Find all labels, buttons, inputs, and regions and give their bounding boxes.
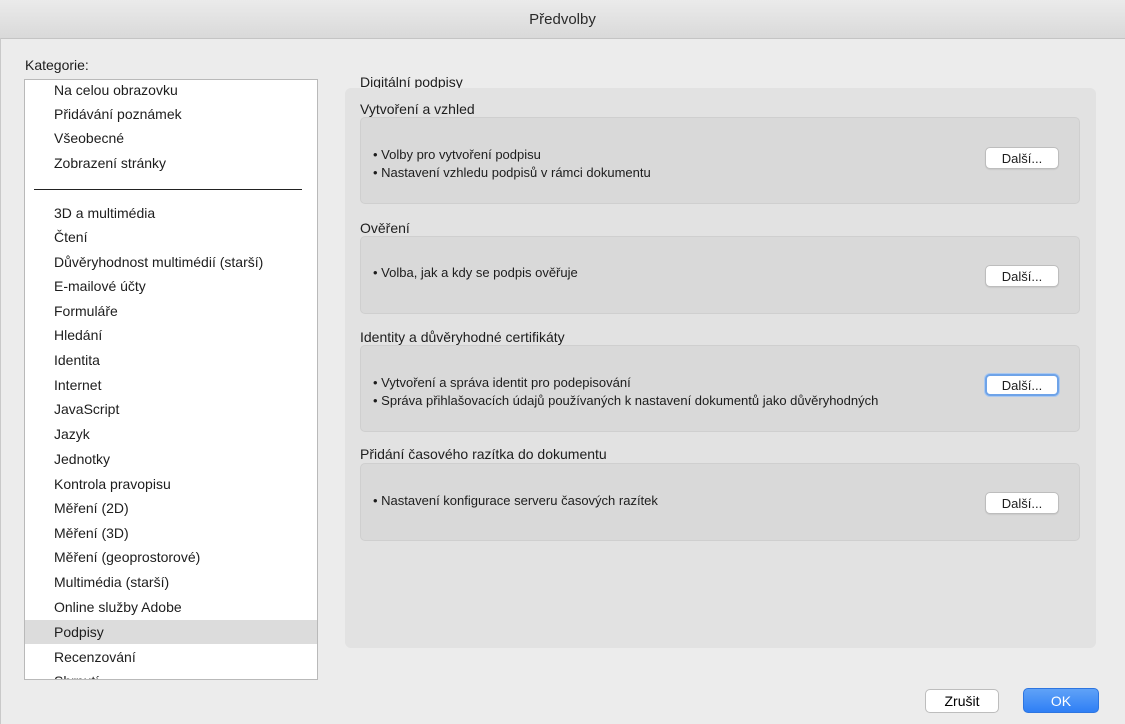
category-item-mereni-geoprostorove[interactable]: Měření (geoprostorové) xyxy=(25,545,317,569)
window-left-edge xyxy=(0,38,1,724)
category-item-internet[interactable]: Internet xyxy=(25,373,317,397)
section-title-identities-certificates: Identity a důvěryhodné certifikáty xyxy=(360,329,565,345)
category-item-3d-multimedia[interactable]: 3D a multimédia xyxy=(25,201,317,225)
category-item-na-celou-obrazovku[interactable]: Na celou obrazovku xyxy=(25,80,317,102)
section-title-timestamp: Přidání časového razítka do dokumentu xyxy=(360,446,607,462)
cancel-button[interactable]: Zrušit xyxy=(925,689,999,713)
window-title: Předvolby xyxy=(0,0,1125,39)
category-item-online-sluzby-adobe[interactable]: Online služby Adobe xyxy=(25,595,317,619)
category-item-mereni-3d[interactable]: Měření (3D) xyxy=(25,521,317,545)
category-item-duveryhodnost-multimedii[interactable]: Důvěryhodnost multimédií (starší) xyxy=(25,250,317,274)
categories-label: Kategorie: xyxy=(25,57,89,73)
more-button-identities-certificates[interactable]: Další... xyxy=(985,374,1059,396)
category-item-vseobecne[interactable]: Všeobecné xyxy=(25,126,317,150)
category-item-formulare[interactable]: Formuláře xyxy=(25,299,317,323)
section-box-creation-appearance: • Volby pro vytvoření podpisu • Nastaven… xyxy=(360,117,1080,204)
category-item-jednotky[interactable]: Jednotky xyxy=(25,447,317,471)
bullet-text: • Správa přihlašovacích údajů používanýc… xyxy=(373,393,879,408)
signatures-panel: Vytvoření a vzhled • Volby pro vytvoření… xyxy=(345,88,1096,648)
category-item-jazyk[interactable]: Jazyk xyxy=(25,422,317,446)
bullet-text: • Volby pro vytvoření podpisu xyxy=(373,147,541,162)
category-item-mereni-2d[interactable]: Měření (2D) xyxy=(25,496,317,520)
section-title-creation-appearance: Vytvoření a vzhled xyxy=(360,101,475,117)
category-list[interactable]: Na celou obrazovku Přidávání poznámek Vš… xyxy=(24,79,318,680)
category-item-hledani[interactable]: Hledání xyxy=(25,323,317,347)
category-item-cteni[interactable]: Čtení xyxy=(25,225,317,249)
category-separator xyxy=(34,189,302,190)
category-item-identita[interactable]: Identita xyxy=(25,348,317,372)
more-button-timestamp[interactable]: Další... xyxy=(985,492,1059,514)
bullet-text: • Nastavení vzhledu podpisů v rámci doku… xyxy=(373,165,651,180)
category-item-zobrazeni-stranky[interactable]: Zobrazení stránky xyxy=(25,151,317,175)
category-item-podpisy[interactable]: Podpisy xyxy=(25,620,317,644)
bullet-text: • Volba, jak a kdy se podpis ověřuje xyxy=(373,265,578,280)
more-button-verification[interactable]: Další... xyxy=(985,265,1059,287)
category-item-kontrola-pravopisu[interactable]: Kontrola pravopisu xyxy=(25,472,317,496)
more-button-creation-appearance[interactable]: Další... xyxy=(985,147,1059,169)
category-item-recenzovani[interactable]: Recenzování xyxy=(25,645,317,669)
category-item-emailove-ucty[interactable]: E-mailové účty xyxy=(25,274,317,298)
section-box-verification: • Volba, jak a kdy se podpis ověřuje Dal… xyxy=(360,236,1080,314)
category-item-multimedia-starsi[interactable]: Multimédia (starší) xyxy=(25,570,317,594)
section-box-timestamp: • Nastavení konfigurace serveru časových… xyxy=(360,463,1080,541)
section-title-verification: Ověření xyxy=(360,220,410,236)
bullet-text: • Vytvoření a správa identit pro podepis… xyxy=(373,375,631,390)
category-item-javascript[interactable]: JavaScript xyxy=(25,397,317,421)
category-item-shrnuti[interactable]: Shrnutí xyxy=(25,669,317,679)
window-title-text: Předvolby xyxy=(529,10,596,28)
ok-button[interactable]: OK xyxy=(1023,688,1099,713)
category-item-pridavani-poznamek[interactable]: Přidávání poznámek xyxy=(25,102,317,126)
bullet-text: • Nastavení konfigurace serveru časových… xyxy=(373,493,658,508)
section-box-identities-certificates: • Vytvoření a správa identit pro podepis… xyxy=(360,345,1080,432)
